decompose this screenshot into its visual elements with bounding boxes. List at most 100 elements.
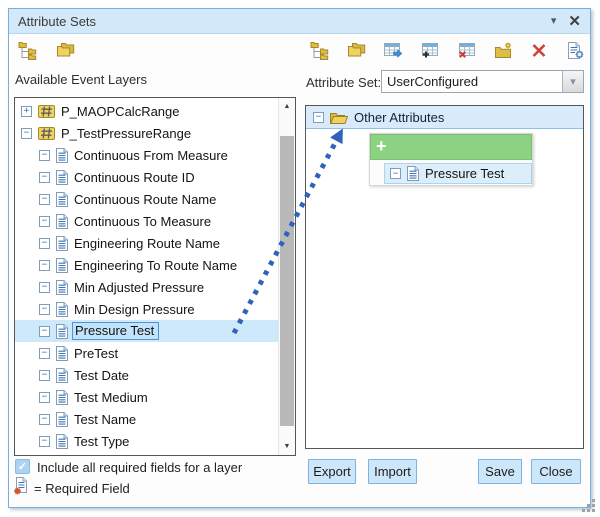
vertical-scrollbar[interactable]: ▲ ▼ [278,98,295,455]
field-icon [407,166,419,181]
tree-item-label: P_TestPressureRange [61,126,191,141]
resize-grip[interactable] [582,499,596,513]
tree-item-field[interactable]: − Engineering To Route Name [15,254,278,276]
tree-item-field[interactable]: − Min Adjusted Pressure [15,276,278,298]
layer-tree-icon[interactable] [17,40,39,60]
export-button[interactable]: Export [308,459,356,484]
tree-item-field[interactable]: − Continuous To Measure [15,210,278,232]
collapse-icon[interactable]: − [39,260,50,271]
report-settings-icon[interactable] [565,40,587,60]
title-bar[interactable]: Attribute Sets ▾ ✕ [9,9,590,34]
attribute-set-value: UserConfigured [382,71,562,92]
field-icon [56,434,68,449]
tree-item-label: Test Medium [74,390,148,405]
collapse-icon[interactable]: − [39,150,50,161]
tree-item-field[interactable]: − Continuous Route ID [15,166,278,188]
chevron-down-icon[interactable]: ▾ [562,71,583,92]
open-folders-icon[interactable] [55,40,77,60]
tree-item-field[interactable]: − Test Date [15,364,278,386]
tree-item-label: P_MAOPCalcRange [61,104,180,119]
scroll-up-icon[interactable]: ▲ [279,99,295,114]
screen: Attribute Sets ▾ ✕ Available Event Layer… [0,0,600,517]
group-label: Other Attributes [354,110,444,125]
scroll-down-icon[interactable]: ▼ [279,439,295,454]
drag-preview-card: + − Pressure Test [369,133,533,186]
delete-icon[interactable] [528,40,550,60]
field-icon [56,214,68,229]
tree-item-field[interactable]: − Test Name [15,408,278,430]
collapse-icon[interactable]: − [39,370,50,381]
close-button[interactable]: Close [531,459,581,484]
collapse-icon[interactable]: − [39,282,50,293]
attribute-set-panel: − Other Attributes + − Pressure Test [305,105,584,449]
right-toolbar [309,40,587,60]
table-remove-icon[interactable] [455,40,477,60]
tree-item-field[interactable]: − Test Medium [15,386,278,408]
collapse-icon[interactable]: − [39,172,50,183]
field-icon [56,324,68,339]
collapse-icon[interactable]: − [313,112,324,123]
left-toolbar [17,40,77,60]
tree-item-label: Continuous Route ID [74,170,195,185]
include-required-checkbox[interactable]: ✓ [15,459,30,474]
required-field-legend: = Required Field [34,481,130,496]
scrollbar-thumb[interactable] [280,136,294,426]
tree-item-layer[interactable]: − P_TestPressureRange [15,122,278,144]
tree-item-label: Engineering Route Name [74,236,220,251]
open-folder-icon [330,111,348,124]
field-icon [56,412,68,427]
tree-item-label: PreTest [74,346,118,361]
collapse-icon[interactable]: − [39,194,50,205]
collapse-icon: − [390,168,401,179]
collapse-icon[interactable]: − [39,326,50,337]
collapse-dialog-icon[interactable]: ▾ [551,16,557,27]
close-icon[interactable]: ✕ [568,14,581,29]
tree-item-field[interactable]: − Engineering Route Name [15,232,278,254]
layer-tree-icon[interactable] [309,40,331,60]
save-button[interactable]: Save [478,459,522,484]
tree-item-field-selected[interactable]: − Pressure Test [15,320,278,342]
tree-item-label: Continuous Route Name [74,192,216,207]
field-icon [56,236,68,251]
tree-item-label: Pressure Test [72,322,159,340]
drag-item-label: Pressure Test [425,166,504,181]
attribute-set-dropdown[interactable]: UserConfigured ▾ [381,70,584,93]
add-icon: + [376,137,387,155]
tree-item-label: Min Design Pressure [74,302,195,317]
collapse-icon[interactable]: − [39,392,50,403]
event-layers-tree: + P_MAOPCalcRange − P_TestPressureRange … [15,100,278,452]
tree-item-label: Test Name [74,412,136,427]
table-add-icon[interactable] [419,40,441,60]
group-row-other-attributes[interactable]: − Other Attributes [306,106,583,129]
drag-preview-item: − Pressure Test [384,163,532,184]
field-icon [56,148,68,163]
collapse-icon[interactable]: − [39,436,50,447]
collapse-icon[interactable]: − [21,128,32,139]
open-folders-icon[interactable] [346,40,368,60]
tree-item-field[interactable]: − Continuous From Measure [15,144,278,166]
field-icon [56,280,68,295]
available-event-layers-heading: Available Event Layers [15,72,147,87]
expand-icon[interactable]: + [21,106,32,117]
tree-item-field[interactable]: − Min Design Pressure [15,298,278,320]
tree-item-field[interactable]: − PreTest [15,342,278,364]
field-icon [56,368,68,383]
collapse-icon[interactable]: − [39,348,50,359]
table-export-icon[interactable] [382,40,404,60]
collapse-icon[interactable]: − [39,304,50,315]
tree-item-label: Min Adjusted Pressure [74,280,204,295]
required-field-icon [13,477,28,500]
tree-item-field[interactable]: − Continuous Route Name [15,188,278,210]
tree-item-field[interactable]: − Test Type [15,430,278,452]
field-icon [56,258,68,273]
folder-new-icon[interactable] [492,40,514,60]
tree-item-layer[interactable]: + P_MAOPCalcRange [15,100,278,122]
attribute-sets-dialog: Attribute Sets ▾ ✕ Available Event Layer… [8,8,591,508]
collapse-icon[interactable]: − [39,414,50,425]
tree-item-label: Engineering To Route Name [74,258,237,273]
collapse-icon[interactable]: − [39,238,50,249]
import-button[interactable]: Import [368,459,417,484]
field-icon [56,390,68,405]
collapse-icon[interactable]: − [39,216,50,227]
drop-indicator: + [370,134,532,160]
